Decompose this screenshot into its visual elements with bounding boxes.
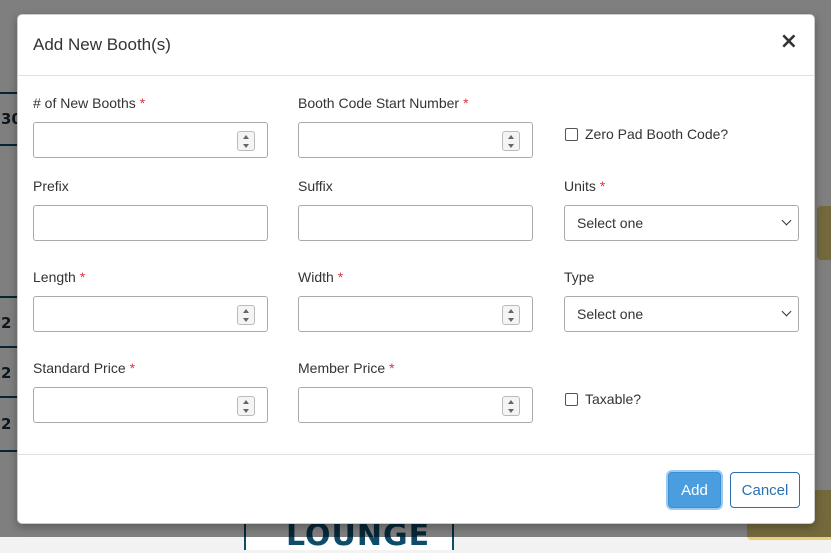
chevron-down-icon bbox=[781, 215, 792, 226]
chevron-up-icon bbox=[508, 134, 514, 139]
type-selected-value: Select one bbox=[577, 306, 644, 322]
chevron-down-icon bbox=[781, 306, 792, 317]
suffix-label: Suffix bbox=[298, 178, 333, 194]
prefix-input[interactable] bbox=[33, 205, 268, 241]
modal-footer: Add Cancel bbox=[18, 454, 814, 523]
modal-header: Add New Booth(s) × bbox=[18, 15, 814, 76]
taxable-checkbox[interactable]: Taxable? bbox=[565, 391, 641, 407]
required-marker: * bbox=[463, 95, 469, 111]
checkbox-box[interactable] bbox=[565, 392, 578, 406]
number-stepper[interactable] bbox=[502, 396, 520, 416]
number-stepper[interactable] bbox=[237, 305, 255, 325]
type-label: Type bbox=[564, 269, 595, 285]
member-price-input[interactable] bbox=[298, 387, 533, 423]
modal-title: Add New Booth(s) bbox=[33, 35, 171, 54]
checkbox-box[interactable] bbox=[565, 127, 578, 141]
required-marker: * bbox=[389, 360, 395, 376]
standard-price-input[interactable] bbox=[33, 387, 268, 423]
units-selected-value: Select one bbox=[577, 215, 644, 231]
chevron-down-icon bbox=[243, 408, 249, 413]
zero-pad-checkbox[interactable]: Zero Pad Booth Code? bbox=[565, 126, 728, 142]
standard-price-label: Standard Price * bbox=[33, 360, 136, 376]
add-booth-modal: Add New Booth(s) × # of New Booths * Boot… bbox=[17, 14, 815, 524]
chevron-down-icon bbox=[243, 317, 249, 322]
zero-pad-label: Zero Pad Booth Code? bbox=[585, 126, 729, 142]
prefix-label: Prefix bbox=[33, 178, 69, 194]
number-stepper[interactable] bbox=[237, 396, 255, 416]
close-icon[interactable]: × bbox=[780, 31, 798, 53]
units-label: Units * bbox=[564, 178, 606, 194]
add-button[interactable]: Add bbox=[668, 472, 721, 508]
length-input[interactable] bbox=[33, 296, 268, 332]
required-marker: * bbox=[79, 269, 86, 285]
required-marker: * bbox=[599, 178, 606, 194]
start-number-input[interactable] bbox=[298, 122, 533, 158]
chevron-up-icon bbox=[243, 399, 249, 404]
width-input[interactable] bbox=[298, 296, 533, 332]
taxable-label: Taxable? bbox=[585, 391, 642, 407]
required-marker: * bbox=[129, 360, 136, 376]
type-select[interactable]: Select one bbox=[564, 296, 799, 332]
required-marker: * bbox=[337, 269, 344, 285]
num-booths-input[interactable] bbox=[33, 122, 268, 158]
chevron-down-icon bbox=[508, 317, 514, 322]
length-label: Length * bbox=[33, 269, 86, 285]
number-stepper[interactable] bbox=[237, 131, 255, 151]
number-stepper[interactable] bbox=[502, 131, 520, 151]
num-booths-label: # of New Booths * bbox=[33, 95, 146, 111]
start-number-label: Booth Code Start Number * bbox=[298, 95, 469, 111]
chevron-up-icon bbox=[508, 308, 514, 313]
chevron-up-icon bbox=[508, 399, 514, 404]
member-price-label: Member Price * bbox=[298, 360, 395, 376]
chevron-up-icon bbox=[243, 134, 249, 139]
units-select[interactable]: Select one bbox=[564, 205, 799, 241]
chevron-down-icon bbox=[243, 143, 249, 148]
cancel-button[interactable]: Cancel bbox=[730, 472, 800, 508]
chevron-down-icon bbox=[508, 408, 514, 413]
number-stepper[interactable] bbox=[502, 305, 520, 325]
chevron-down-icon bbox=[508, 143, 514, 148]
suffix-input[interactable] bbox=[298, 205, 533, 241]
width-label: Width * bbox=[298, 269, 344, 285]
chevron-up-icon bbox=[243, 308, 249, 313]
required-marker: * bbox=[139, 95, 146, 111]
